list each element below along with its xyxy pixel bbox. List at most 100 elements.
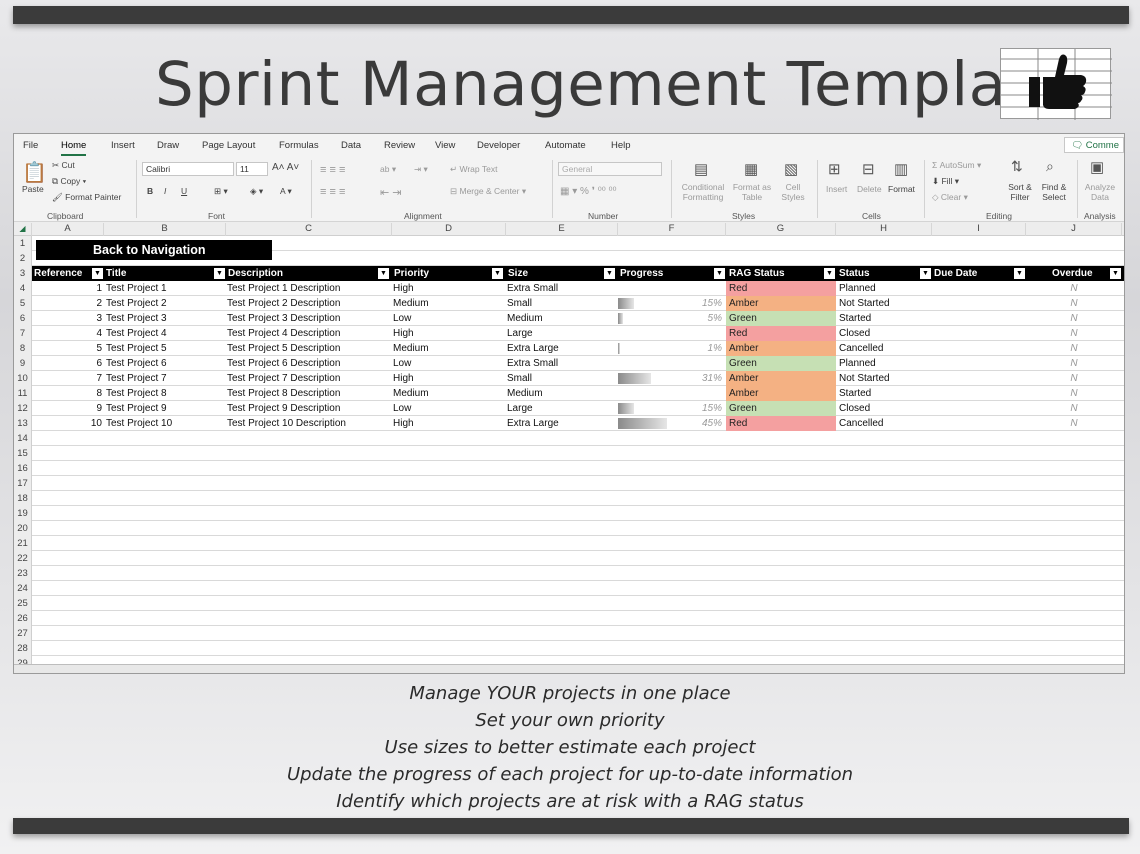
- insert-cells-icon[interactable]: ⊞: [828, 160, 841, 178]
- format-cells-icon[interactable]: ▥: [894, 160, 908, 178]
- row-header[interactable]: 11: [14, 386, 32, 401]
- number-format-icons[interactable]: ▦ ▾ % ❜ ⁰⁰ ⁰⁰: [560, 186, 617, 197]
- progress-cell[interactable]: 15%: [618, 401, 722, 416]
- status-cell[interactable]: Planned: [839, 356, 931, 371]
- reference-cell[interactable]: 5: [32, 341, 102, 356]
- column-header[interactable]: B: [104, 223, 226, 236]
- reference-cell[interactable]: 8: [32, 386, 102, 401]
- cell-styles-icon[interactable]: ▧: [784, 160, 798, 178]
- rtl-icon[interactable]: ⇥ ▾: [414, 164, 428, 175]
- conditional-formatting-button[interactable]: Conditional Formatting: [678, 182, 728, 202]
- status-cell[interactable]: Not Started: [839, 371, 931, 386]
- sort-filter-button[interactable]: Sort & Filter: [1002, 182, 1038, 202]
- filter-dropdown-icon[interactable]: ▼: [492, 268, 503, 279]
- rag-status-cell[interactable]: Red: [726, 326, 836, 341]
- row-header[interactable]: 26: [14, 611, 32, 626]
- align-top-icon[interactable]: ≡ ≡ ≡: [320, 164, 345, 176]
- font-name-select[interactable]: Calibri: [142, 162, 234, 176]
- size-cell[interactable]: Small: [507, 296, 615, 311]
- priority-cell[interactable]: Medium: [393, 296, 503, 311]
- column-header[interactable]: I: [932, 223, 1026, 236]
- overdue-cell[interactable]: N: [1026, 326, 1122, 341]
- grow-font-icon[interactable]: A˄ A˅: [272, 162, 299, 173]
- size-cell[interactable]: Medium: [507, 386, 615, 401]
- overdue-cell[interactable]: N: [1026, 371, 1122, 386]
- reference-cell[interactable]: 9: [32, 401, 102, 416]
- filter-dropdown-icon[interactable]: ▼: [824, 268, 835, 279]
- paste-button[interactable]: Paste: [22, 184, 44, 194]
- row-header[interactable]: 7: [14, 326, 32, 341]
- font-color-icon[interactable]: A ▾: [280, 186, 292, 197]
- progress-cell[interactable]: 1%: [618, 341, 722, 356]
- description-cell[interactable]: Test Project 10 Description: [227, 416, 389, 431]
- priority-cell[interactable]: Low: [393, 311, 503, 326]
- status-cell[interactable]: Started: [839, 311, 931, 326]
- title-cell[interactable]: Test Project 8: [106, 386, 224, 401]
- progress-cell[interactable]: 31%: [618, 371, 722, 386]
- row-header[interactable]: 5: [14, 296, 32, 311]
- tab-developer[interactable]: Developer: [477, 140, 520, 151]
- analyze-data-button[interactable]: Analyze Data: [1080, 182, 1120, 202]
- back-to-navigation-button[interactable]: Back to Navigation: [36, 240, 272, 260]
- conditional-formatting-icon[interactable]: ▤: [694, 160, 708, 178]
- status-cell[interactable]: Closed: [839, 326, 931, 341]
- reference-cell[interactable]: 4: [32, 326, 102, 341]
- reference-cell[interactable]: 10: [32, 416, 102, 431]
- description-cell[interactable]: Test Project 4 Description: [227, 326, 389, 341]
- size-cell[interactable]: Extra Large: [507, 341, 615, 356]
- title-cell[interactable]: Test Project 6: [106, 356, 224, 371]
- column-header[interactable]: C: [226, 223, 392, 236]
- column-header[interactable]: A: [32, 223, 104, 236]
- status-cell[interactable]: Cancelled: [839, 341, 931, 356]
- rag-status-cell[interactable]: Amber: [726, 341, 836, 356]
- orientation-icon[interactable]: ab ▾: [380, 164, 396, 175]
- font-size-select[interactable]: 11: [236, 162, 268, 176]
- cut-button[interactable]: ✂ Cut: [52, 160, 75, 171]
- filter-dropdown-icon[interactable]: ▼: [378, 268, 389, 279]
- size-cell[interactable]: Large: [507, 401, 615, 416]
- paste-icon[interactable]: 📋: [22, 160, 47, 185]
- tab-review[interactable]: Review: [384, 140, 415, 151]
- number-format-select[interactable]: General: [558, 162, 662, 176]
- overdue-cell[interactable]: N: [1026, 311, 1122, 326]
- priority-cell[interactable]: Low: [393, 356, 503, 371]
- row-header[interactable]: 17: [14, 476, 32, 491]
- row-header[interactable]: 22: [14, 551, 32, 566]
- filter-dropdown-icon[interactable]: ▼: [1014, 268, 1025, 279]
- tab-draw[interactable]: Draw: [157, 140, 179, 151]
- description-cell[interactable]: Test Project 8 Description: [227, 386, 389, 401]
- format-cells-button[interactable]: Format: [888, 184, 915, 194]
- row-header[interactable]: 19: [14, 506, 32, 521]
- column-header[interactable]: D: [392, 223, 506, 236]
- tab-automate[interactable]: Automate: [545, 140, 586, 151]
- delete-cells-button[interactable]: Delete: [857, 184, 882, 194]
- cell-styles-button[interactable]: Cell Styles: [776, 182, 810, 202]
- filter-dropdown-icon[interactable]: ▼: [1110, 268, 1121, 279]
- title-cell[interactable]: Test Project 4: [106, 326, 224, 341]
- row-header[interactable]: 23: [14, 566, 32, 581]
- autosum-button[interactable]: Σ AutoSum ▾: [932, 160, 981, 171]
- priority-cell[interactable]: High: [393, 416, 503, 431]
- overdue-cell[interactable]: N: [1026, 386, 1122, 401]
- fill-button[interactable]: ⬇ Fill ▾: [932, 176, 959, 187]
- row-header[interactable]: 14: [14, 431, 32, 446]
- tab-help[interactable]: Help: [611, 140, 631, 151]
- delete-cells-icon[interactable]: ⊟: [862, 160, 875, 178]
- row-header[interactable]: 18: [14, 491, 32, 506]
- sheet-tabs-bar[interactable]: [14, 664, 1124, 673]
- row-header[interactable]: 28: [14, 641, 32, 656]
- progress-cell[interactable]: 5%: [618, 311, 722, 326]
- row-header[interactable]: 24: [14, 581, 32, 596]
- priority-cell[interactable]: Medium: [393, 341, 503, 356]
- status-cell[interactable]: Not Started: [839, 296, 931, 311]
- format-table-icon[interactable]: ▦: [744, 160, 758, 178]
- tab-page-layout[interactable]: Page Layout: [202, 140, 255, 151]
- filter-dropdown-icon[interactable]: ▼: [714, 268, 725, 279]
- align-left-icon[interactable]: ≡ ≡ ≡: [320, 186, 345, 198]
- priority-cell[interactable]: High: [393, 326, 503, 341]
- row-header[interactable]: 1: [14, 236, 32, 251]
- title-cell[interactable]: Test Project 10: [106, 416, 224, 431]
- sort-filter-icon[interactable]: ⇅: [1011, 158, 1023, 175]
- status-cell[interactable]: Closed: [839, 401, 931, 416]
- rag-status-cell[interactable]: Amber: [726, 296, 836, 311]
